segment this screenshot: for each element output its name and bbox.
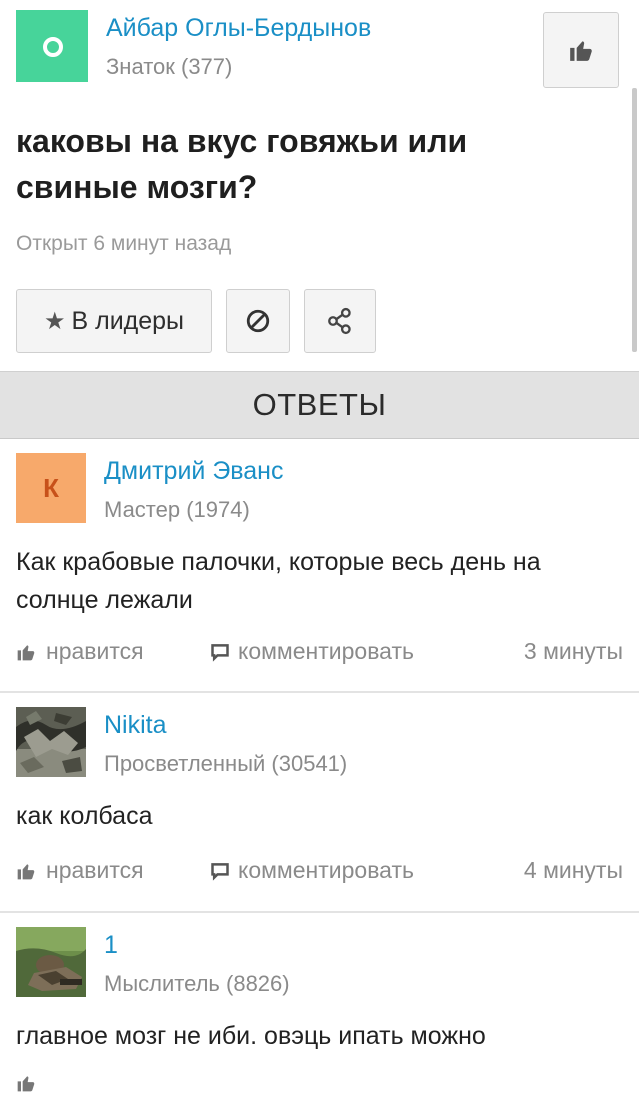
block-icon xyxy=(246,309,270,333)
camouflage-photo xyxy=(16,707,86,777)
answer-actions xyxy=(16,1073,623,1103)
soldier-photo xyxy=(16,927,86,997)
answer-text: Как крабовые палочки, которые весь день … xyxy=(16,548,541,614)
question-author-name[interactable]: Айбар Оглы-Бердынов xyxy=(106,14,371,43)
answer-author-avatar[interactable] xyxy=(16,707,86,777)
question-author-avatar[interactable] xyxy=(16,10,88,82)
answer-actions: нравится комментировать 4 минуты xyxy=(16,857,623,887)
answer-author-rank: Мастер (1974) xyxy=(104,497,250,522)
comment-icon xyxy=(211,643,229,662)
question-author-rank: Знаток (377) xyxy=(106,54,233,79)
answer-actions: нравится комментировать 3 минуты xyxy=(16,638,623,668)
thumbs-up-icon xyxy=(17,1076,35,1092)
answer-author-name[interactable]: Дмитрий Эванс xyxy=(104,457,284,486)
to-leaders-label: В лидеры xyxy=(71,306,185,335)
scrollbar[interactable] xyxy=(632,88,637,352)
to-leaders-button[interactable]: ★ В лидеры xyxy=(16,289,212,353)
thumbs-up-icon xyxy=(570,41,592,61)
thumbs-up-icon xyxy=(17,863,35,879)
report-button[interactable] xyxy=(226,289,290,353)
comment-button[interactable]: комментировать xyxy=(210,638,414,665)
answers-header-label: ОТВЕТЫ xyxy=(252,387,387,422)
like-label: нравится xyxy=(46,638,144,664)
like-label: нравится xyxy=(46,857,144,883)
answer-item: 1 Мыслитель (8826) главное мозг не иби. … xyxy=(0,913,639,1092)
like-answer-button[interactable]: нравится xyxy=(16,638,144,665)
like-answer-button[interactable]: нравится xyxy=(16,857,144,884)
like-answer-button[interactable] xyxy=(16,1073,36,1093)
question-opened-time: Открыт 6 минут назад xyxy=(16,232,232,255)
answers-section-header: ОТВЕТЫ xyxy=(0,371,639,439)
question-title: каковы на вкус говяжьи или свиные мозги? xyxy=(16,123,468,205)
answer-author-avatar[interactable]: К xyxy=(16,453,86,523)
answer-item: Nikita Просветленный (30541) как колбаса… xyxy=(0,693,639,943)
comment-button[interactable]: комментировать xyxy=(210,857,414,884)
answer-author-name[interactable]: Nikita xyxy=(104,711,167,740)
avatar-letter: К xyxy=(43,472,59,503)
answer-author-rank: Просветленный (30541) xyxy=(104,751,348,776)
answer-author-rank: Мыслитель (8826) xyxy=(104,971,290,996)
share-button[interactable] xyxy=(304,289,376,353)
comment-icon xyxy=(211,862,229,881)
answer-time: 3 минуты xyxy=(523,638,623,664)
answer-text: главное мозг не иби. овэць ипать можно xyxy=(16,1022,486,1050)
answer-text: как колбаса xyxy=(16,802,153,830)
comment-label: комментировать xyxy=(238,857,414,883)
thumbs-up-icon xyxy=(17,644,35,660)
answer-author-name[interactable]: 1 xyxy=(104,931,118,960)
share-icon xyxy=(328,307,351,335)
answer-item: К Дмитрий Эванс Мастер (1974) Как крабов… xyxy=(0,439,639,693)
comment-label: комментировать xyxy=(238,638,414,664)
answer-author-avatar[interactable] xyxy=(16,927,86,997)
like-question-button[interactable] xyxy=(543,12,619,88)
answer-time: 4 минуты xyxy=(523,857,623,883)
star-icon: ★ xyxy=(43,307,66,335)
